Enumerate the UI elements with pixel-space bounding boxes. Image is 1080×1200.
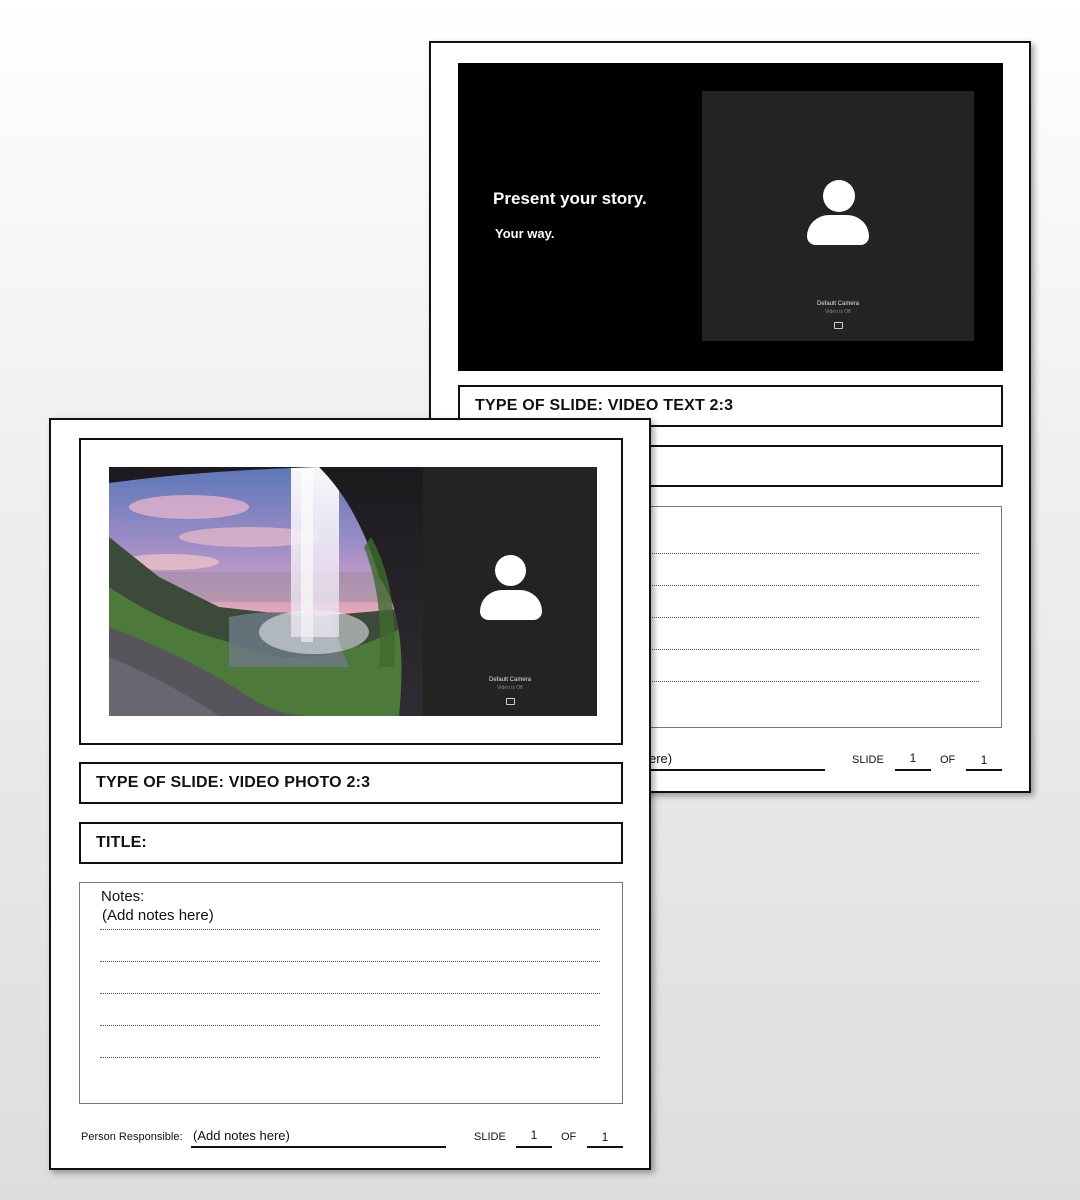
slide-label: SLIDE <box>852 754 884 766</box>
camera-label: Default Camera <box>816 301 860 307</box>
camera-panel: Default Camera Video is Off <box>702 91 974 341</box>
camera-status: Video is Off <box>497 685 523 691</box>
camera-toggle-icon[interactable] <box>834 322 843 329</box>
type-of-slide-label: TYPE OF SLIDE: VIDEO PHOTO 2:3 <box>96 774 371 791</box>
notes-placeholder: (Add notes here) <box>102 907 214 924</box>
person-responsible-line <box>191 1146 446 1148</box>
title-label: TITLE: <box>96 834 147 851</box>
slide-headline: Present your story. <box>493 189 647 208</box>
storyboard-sheet-front: Default Camera Video is Off TYPE OF SLID… <box>49 418 651 1170</box>
slide-number[interactable]: 1 <box>516 1128 552 1142</box>
person-responsible-value: ere) <box>649 751 673 766</box>
of-label: OF <box>561 1131 577 1143</box>
person-silhouette-icon <box>495 555 526 586</box>
slide-number[interactable]: 1 <box>895 751 931 765</box>
of-label: OF <box>940 754 956 766</box>
slide-preview-text: Present your story. Your way. Default Ca… <box>458 63 1003 371</box>
slide-subhead: Your way. <box>495 226 555 241</box>
type-of-slide-label: TYPE OF SLIDE: VIDEO TEXT 2:3 <box>475 397 734 414</box>
camera-panel: Default Camera Video is Off <box>423 467 597 716</box>
slide-total[interactable]: 1 <box>966 753 1002 767</box>
camera-toggle-icon[interactable] <box>506 698 515 705</box>
person-silhouette-body <box>807 215 869 245</box>
person-silhouette-body <box>480 590 542 620</box>
person-responsible-label: Person Responsible: <box>81 1131 183 1143</box>
person-silhouette-icon <box>823 180 855 212</box>
notes-box[interactable]: Notes: (Add notes here) <box>79 882 623 1104</box>
type-of-slide-box: TYPE OF SLIDE: VIDEO PHOTO 2:3 <box>79 762 623 804</box>
slide-label: SLIDE <box>474 1131 506 1143</box>
person-responsible-value[interactable]: (Add notes here) <box>193 1128 290 1143</box>
slide-total[interactable]: 1 <box>587 1130 623 1144</box>
slide-frame: Default Camera Video is Off <box>79 438 623 745</box>
notes-label: Notes: <box>101 888 145 905</box>
title-box[interactable]: TITLE: <box>79 822 623 864</box>
waterfall-photo <box>109 467 423 716</box>
camera-status: Video is Off <box>825 309 851 315</box>
camera-label: Default Camera <box>488 677 532 683</box>
waterfall-image <box>109 467 423 716</box>
